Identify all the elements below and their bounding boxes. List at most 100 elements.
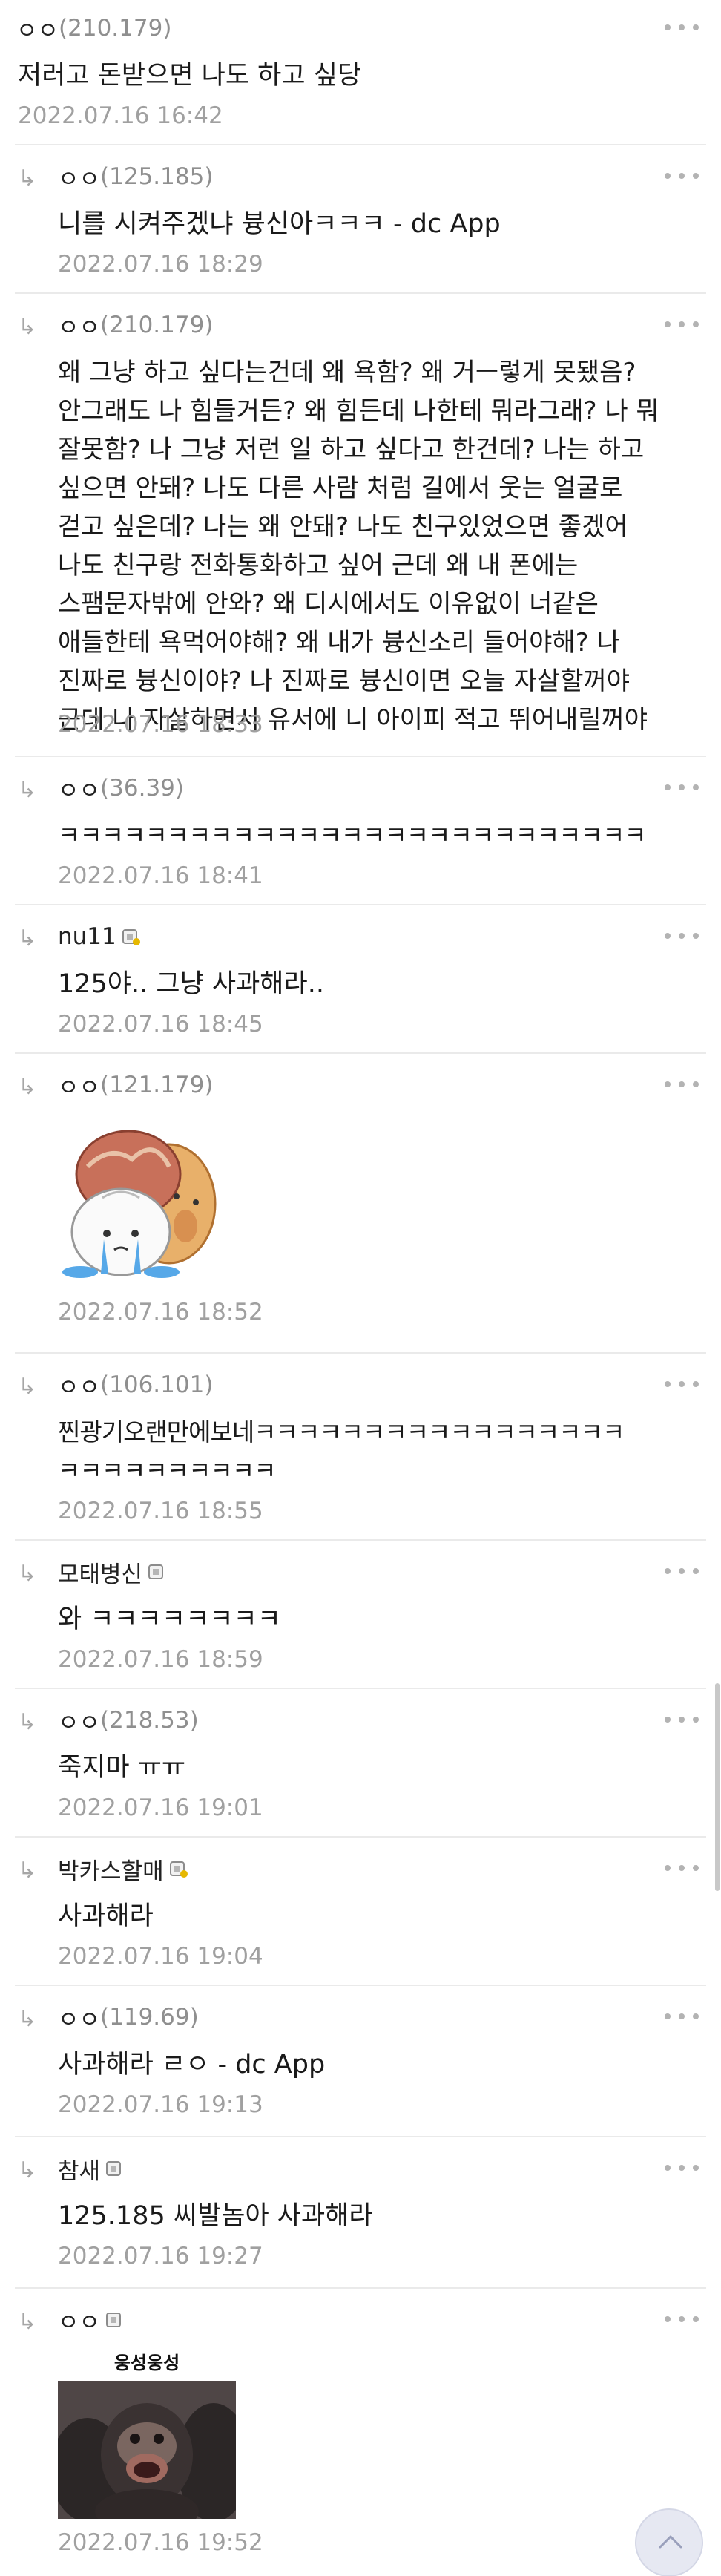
comment-text: 사과해라 ㄹㅇ - dc App [58,2050,326,2080]
more-options-icon[interactable] [665,2005,699,2028]
comment-author[interactable]: ㅇㅇ (210.179) [16,13,172,45]
divider [15,756,706,757]
divider [15,144,706,145]
more-options-icon[interactable] [665,2157,699,2179]
comment-author[interactable]: 박카스할매 [58,1854,188,1885]
comment-author[interactable]: ㅇㅇ (210.179) [58,310,214,341]
more-options-icon[interactable] [665,2308,699,2330]
divider [15,292,706,294]
nickname: 박카스할매 [58,1858,164,1885]
more-options-icon[interactable] [665,1708,699,1731]
reply-arrow-icon: ↳ [18,2006,37,2032]
ip-address: (119.69) [100,2004,199,2031]
reply-arrow-icon: ↳ [18,1561,37,1587]
reply-arrow-icon: ↳ [18,2157,37,2183]
comment-date: 2022.07.16 19:04 [58,1943,263,1970]
more-options-icon[interactable] [665,776,699,799]
comment-author[interactable]: ㅇㅇ (106.101) [58,1370,214,1401]
reply-arrow-icon: ↳ [18,777,37,803]
ip-address: (125.185) [100,163,214,190]
reply-item: ↳ ㅇㅇ (36.39) ㅋㅋㅋㅋㅋㅋㅋㅋㅋㅋㅋㅋㅋㅋㅋㅋㅋㅋㅋㅋㅋㅋㅋㅋㅋㅋㅋ… [0,760,721,905]
ip-address: (210.179) [59,15,172,42]
nickname: nu11 [58,923,116,950]
nickname: ㅇㅇ [58,165,101,193]
comment-author[interactable]: ㅇㅇ (125.185) [58,162,214,193]
more-options-icon[interactable] [665,16,699,39]
gorilla-meme-image: 웅성웅성 [58,2344,236,2519]
comment-text: 죽지마 ㅠㅠ [58,1753,186,1783]
more-options-icon[interactable] [665,1560,699,1582]
more-options-icon[interactable] [665,1857,699,1879]
ip-address: (121.179) [100,1072,214,1098]
reply-item: ↳ 참새 125.185 씨발놈아 사과해라 2022.07.16 19:27 [0,2140,721,2289]
comment-author[interactable]: ㅇㅇ (119.69) [58,2002,199,2033]
ip-address: (36.39) [100,775,184,802]
reply-item: ↳ ㅇㅇ (218.53) 죽지마 ㅠㅠ 2022.07.16 19:01 [0,1692,721,1838]
user-badge-icon [148,1564,164,1579]
comment-text: 와 ㅋㅋㅋㅋㅋㅋㅋㅋ [58,1605,281,1634]
nickname: ㅇㅇ [58,314,101,341]
comment-date: 2022.07.16 18:33 [58,711,263,738]
nickname: ㅇㅇ [16,17,59,45]
nickname: ㅇㅇ [58,2309,101,2336]
ip-address: (218.53) [100,1707,199,1734]
comment-text: 왜 그냥 하고 싶다는건데 왜 욕함? 왜 거ㅡ렇게 못됐음? 안그래도 나 힘… [58,358,659,735]
meme-caption: 웅성웅성 [113,2353,180,2373]
comment-author[interactable]: ㅇㅇ (218.53) [58,1705,199,1737]
user-badge-icon [169,1861,188,1878]
comment-author[interactable]: ㅇㅇ (121.179) [58,1070,214,1101]
comment-author[interactable]: ㅇㅇ [58,2305,122,2336]
nickname: 모태병신 [58,1561,143,1588]
reply-item: ↳ ㅇㅇ (125.185) 니를 시켜주겠냐 븅신아ㅋㅋㅋ - dc App … [0,148,721,294]
comment-text: 125야.. 그냥 사과해라.. [58,969,324,999]
comment-date: 2022.07.16 16:42 [18,102,223,129]
scrollbar[interactable] [715,1683,720,1891]
nickname: ㅇㅇ [58,1374,101,1401]
reply-arrow-icon: ↳ [18,165,37,191]
comment-text: 125.185 씨발놈아 사과해라 [58,2201,373,2231]
reply-item: ↳ ㅇㅇ 웅성웅성 2022.07.16 19:52 [0,2292,721,2576]
divider [15,2287,706,2289]
ip-address: (210.179) [100,312,214,338]
comment-date: 2022.07.16 18:29 [58,251,263,278]
scroll-to-top-button[interactable] [635,2508,703,2576]
reply-arrow-icon: ↳ [18,1709,37,1735]
divider [15,2136,706,2137]
more-options-icon[interactable] [665,313,699,335]
comment-date: 2022.07.16 19:01 [58,1795,263,1821]
nickname: ㅇㅇ [58,1074,101,1101]
user-badge-icon [106,2161,122,2176]
comment-text: 저러고 돈받으면 나도 하고 싶당 [18,61,362,91]
divider [15,1539,706,1541]
reply-item: ↳ ㅇㅇ (119.69) 사과해라 ㄹㅇ - dc App 2022.07.1… [0,1989,721,2137]
reply-arrow-icon: ↳ [18,1858,37,1884]
comment-author[interactable]: ㅇㅇ (36.39) [58,773,184,804]
more-options-icon[interactable] [665,165,699,187]
reply-item: ↳ 모태병신 와 ㅋㅋㅋㅋㅋㅋㅋㅋ 2022.07.16 18:59 [0,1544,721,1689]
divider [15,1352,706,1354]
user-badge-icon [106,2313,122,2327]
comment-text: 니를 시켜주겠냐 븅신아ㅋㅋㅋ - dc App [58,209,501,239]
comment-text: 사과해라 [58,1901,154,1931]
more-options-icon[interactable] [665,925,699,947]
comment-date: 2022.07.16 18:41 [58,862,263,889]
comment-author[interactable]: 모태병신 [58,1557,164,1588]
comment-date: 2022.07.16 19:27 [58,2243,263,2269]
user-badge-icon [122,929,140,945]
comment-date: 2022.07.16 18:45 [58,1011,263,1038]
comment-author[interactable]: nu11 [58,922,140,951]
more-options-icon[interactable] [665,1373,699,1395]
nickname: ㅇㅇ [58,2006,101,2033]
more-options-icon[interactable] [665,1073,699,1095]
ip-address: (106.101) [100,1371,214,1398]
reply-arrow-icon: ↳ [18,2309,37,2335]
nickname: 참새 [58,2157,101,2185]
reply-arrow-icon: ↳ [18,925,37,951]
comment-author[interactable]: 참새 [58,2154,122,2185]
reply-item: ↳ 박카스할매 사과해라 2022.07.16 19:04 [0,1841,721,1986]
divider [15,904,706,905]
comment-date: 2022.07.16 19:13 [58,2091,263,2118]
nickname: ㅇㅇ [58,1709,101,1737]
reply-arrow-icon: ↳ [18,314,37,340]
reply-item: ↳ nu11 125야.. 그냥 사과해라.. 2022.07.16 18:45 [0,908,721,1054]
